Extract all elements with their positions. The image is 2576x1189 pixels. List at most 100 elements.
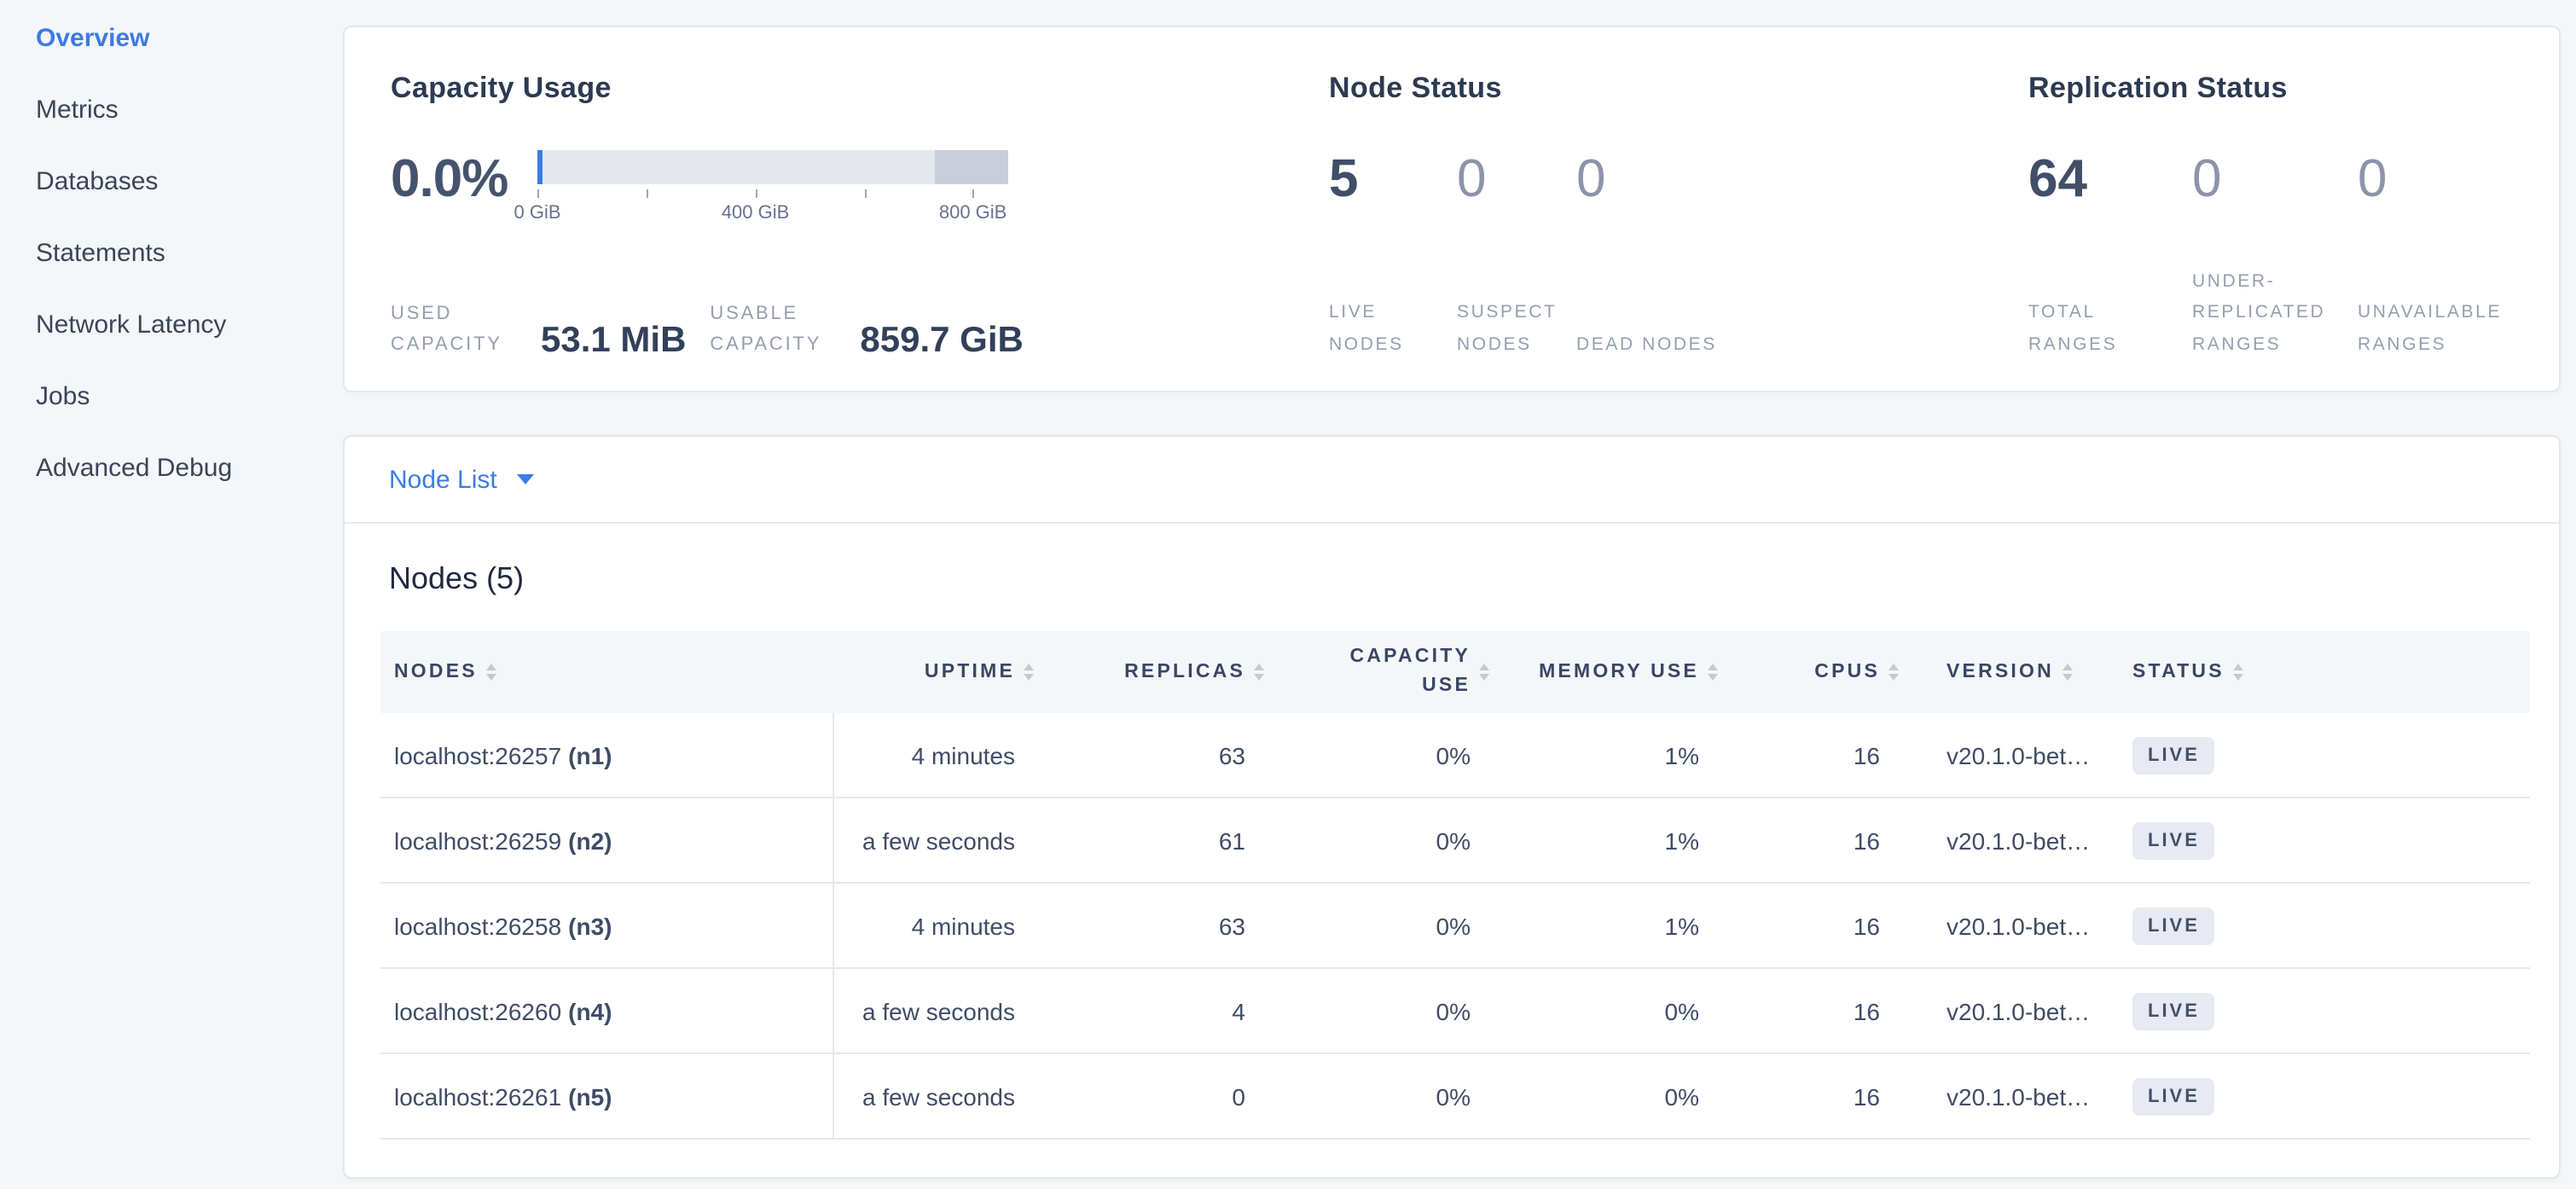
column-header-capacity-use[interactable]: CAPACITY USE — [1264, 631, 1489, 713]
under-replicated-ranges-label: UNDER-REPLICATED RANGES — [2192, 266, 2358, 360]
status-badge: LIVE — [2132, 992, 2215, 1030]
node-address: localhost:26257 — [394, 741, 561, 768]
column-header-uptime[interactable]: UPTIME — [833, 631, 1034, 713]
node-address-cell: localhost:26258(n3) — [380, 883, 833, 968]
uptime-cell: a few seconds — [833, 1053, 1034, 1139]
node-list-dropdown[interactable]: Node List — [345, 437, 2559, 524]
table-row-node-1: localhost:26257(n1) 4 minutes 63 0% 1% 1… — [380, 713, 2530, 798]
nodes-table: NODES UPTIME REPLICAS — [380, 631, 2530, 1140]
under-replicated-ranges-stat: 0 UNDER-REPLICATED RANGES — [2192, 143, 2358, 360]
uptime-cell: a few seconds — [833, 798, 1034, 883]
column-header-status[interactable]: STATUS — [2112, 631, 2530, 713]
cpus-cell: 16 — [1718, 798, 1899, 883]
axis-tick — [864, 189, 866, 198]
capacity-use-cell: 0% — [1264, 968, 1489, 1053]
table-row-node-2: localhost:26259(n2) a few seconds 61 0% … — [380, 798, 2530, 883]
replicas-cell: 0 — [1034, 1053, 1264, 1139]
sidebar-item-databases[interactable]: Databases — [36, 169, 343, 196]
total-ranges-stat: 64 TOTAL RANGES — [2028, 143, 2192, 360]
capacity-usage-panel: Capacity Usage 0.0% — [391, 72, 1329, 360]
node-address: localhost:26261 — [394, 1082, 561, 1110]
node-address-cell: localhost:26261(n5) — [380, 1053, 833, 1139]
uptime-cell: a few seconds — [833, 968, 1034, 1053]
live-nodes-stat: 5 LIVE NODES — [1329, 143, 1457, 360]
nodes-table-section: Nodes (5) NODES UPTIME — [345, 524, 2559, 1177]
replication-status-title: Replication Status — [2028, 72, 2513, 106]
memory-use-cell: 1% — [1489, 713, 1718, 798]
node-id: (n3) — [568, 912, 612, 939]
sidebar-item-metrics[interactable]: Metrics — [36, 97, 343, 125]
axis-tick-label: 800 GiB — [939, 203, 1007, 223]
column-label: CAPACITY USE — [1344, 644, 1471, 701]
memory-use-cell: 0% — [1489, 1053, 1718, 1139]
sidebar-item-jobs[interactable]: Jobs — [36, 384, 343, 411]
sidebar-item-overview[interactable]: Overview — [36, 26, 343, 53]
column-header-replicas[interactable]: REPLICAS — [1034, 631, 1264, 713]
cluster-overview-page: Overview Metrics Databases Statements Ne… — [0, 0, 2576, 1189]
live-nodes-value: 5 — [1329, 143, 1457, 205]
capacity-use-cell: 0% — [1264, 1053, 1489, 1139]
node-address-cell: localhost:26257(n1) — [380, 713, 833, 798]
axis-tick-label: 400 GiB — [722, 203, 790, 223]
suspect-nodes-value: 0 — [1457, 143, 1576, 205]
node-list-card: Node List Nodes (5) NODES — [343, 435, 2561, 1179]
capacity-use-cell: 0% — [1264, 713, 1489, 798]
replication-status-panel: Replication Status 64 TOTAL RANGES 0 UND… — [2028, 72, 2513, 360]
sort-icon — [1024, 664, 1034, 681]
axis-tick — [647, 189, 648, 198]
column-header-cpus[interactable]: CPUS — [1718, 631, 1899, 713]
sidebar-item-advanced-debug[interactable]: Advanced Debug — [36, 455, 343, 483]
axis-tick-label: 0 GiB — [513, 203, 560, 223]
sort-icon — [1479, 664, 1489, 681]
node-address: localhost:26260 — [394, 997, 561, 1024]
capacity-bar-reserved-segment — [935, 150, 1008, 184]
sidebar-item-statements[interactable]: Statements — [36, 241, 343, 268]
status-cell: LIVE — [2112, 883, 2530, 968]
capacity-usage-title: Capacity Usage — [391, 72, 1329, 106]
node-id: (n4) — [568, 997, 612, 1024]
node-id: (n5) — [568, 1082, 612, 1110]
table-row-node-3: localhost:26258(n3) 4 minutes 63 0% 1% 1… — [380, 883, 2530, 968]
nodes-count-title: Nodes (5) — [389, 561, 2530, 597]
main-content: Capacity Usage 0.0% — [343, 0, 2576, 1189]
cluster-summary-card: Capacity Usage 0.0% — [343, 26, 2561, 392]
uptime-cell: 4 minutes — [833, 883, 1034, 968]
column-header-memory-use[interactable]: MEMORY USE — [1489, 631, 1718, 713]
sidebar: Overview Metrics Databases Statements Ne… — [0, 0, 343, 1189]
total-ranges-value: 64 — [2028, 143, 2192, 205]
memory-use-cell: 0% — [1489, 968, 1718, 1053]
dead-nodes-value: 0 — [1576, 143, 2028, 205]
column-header-nodes[interactable]: NODES — [380, 631, 833, 713]
table-header-row: NODES UPTIME REPLICAS — [380, 631, 2530, 713]
capacity-axis-ticks — [537, 189, 1008, 201]
dead-nodes-stat: 0 DEAD NODES — [1576, 143, 2028, 360]
sort-icon — [2233, 664, 2243, 681]
used-capacity-label: USED CAPACITY — [391, 298, 524, 360]
status-badge: LIVE — [2132, 736, 2215, 774]
used-capacity-value: 53.1 MiB — [541, 322, 686, 358]
capacity-use-cell: 0% — [1264, 883, 1489, 968]
sidebar-item-network-latency[interactable]: Network Latency — [36, 312, 343, 339]
live-nodes-label: LIVE NODES — [1329, 298, 1457, 361]
usable-capacity-label: USABLE CAPACITY — [710, 298, 843, 360]
version-cell: v20.1.0-bet… — [1899, 883, 2112, 968]
status-cell: LIVE — [2112, 713, 2530, 798]
unavailable-ranges-value: 0 — [2358, 143, 2513, 205]
table-row-node-5: localhost:26261(n5) a few seconds 0 0% 0… — [380, 1053, 2530, 1139]
column-label: UPTIME — [925, 662, 1015, 682]
column-label: STATUS — [2132, 662, 2225, 682]
node-id: (n2) — [568, 826, 612, 854]
replicas-cell: 63 — [1034, 883, 1264, 968]
memory-use-cell: 1% — [1489, 883, 1718, 968]
dead-nodes-label: DEAD NODES — [1576, 328, 2028, 360]
usable-capacity-value: 859.7 GiB — [860, 322, 1023, 358]
total-ranges-label: TOTAL RANGES — [2028, 298, 2192, 361]
used-capacity-stat: USED CAPACITY 53.1 MiB — [391, 298, 686, 360]
capacity-bar — [537, 150, 1008, 184]
capacity-bar-used-segment — [537, 150, 542, 184]
capacity-use-cell: 0% — [1264, 798, 1489, 883]
suspect-nodes-label: SUSPECT NODES — [1457, 298, 1576, 361]
node-address: localhost:26259 — [394, 826, 561, 854]
column-header-version[interactable]: VERSION — [1899, 631, 2112, 713]
version-cell: v20.1.0-bet… — [1899, 968, 2112, 1053]
